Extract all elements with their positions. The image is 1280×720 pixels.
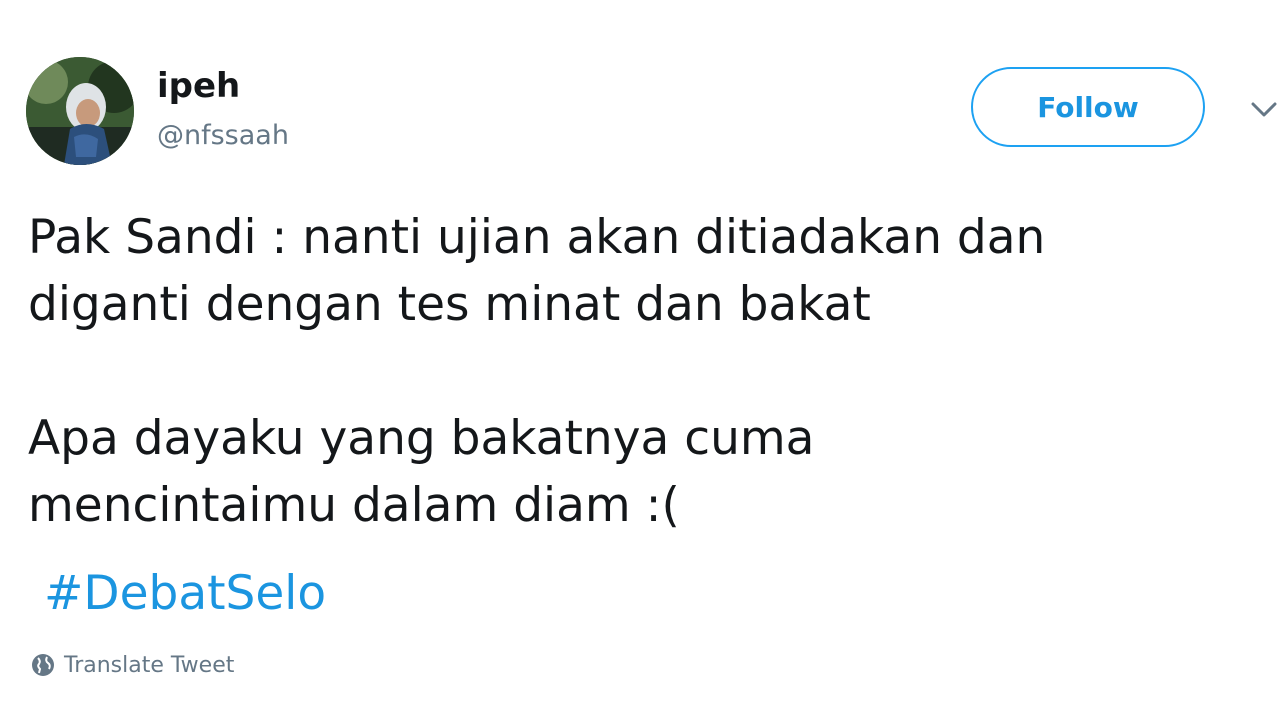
follow-button[interactable]: Follow [971, 67, 1205, 147]
tweet-paragraph: Apa dayaku yang bakatnya cuma mencintaim… [28, 411, 815, 533]
display-name[interactable]: ipeh [157, 66, 240, 106]
tweet-card: ipeh @nfssaah Follow Pak Sandi : nanti u… [0, 0, 1280, 720]
tweet-text: Pak Sandi : nanti ujian akan ditiadakan … [28, 204, 1248, 539]
chevron-down-icon[interactable] [1250, 98, 1278, 122]
user-handle[interactable]: @nfssaah [157, 118, 289, 154]
translate-label: Translate Tweet [64, 652, 235, 678]
tweet-paragraph: Pak Sandi : nanti ujian akan ditiadakan … [28, 210, 1046, 332]
avatar-image [26, 57, 134, 165]
translate-tweet-link[interactable]: Translate Tweet [30, 652, 234, 678]
avatar[interactable] [26, 57, 134, 165]
hashtag-link[interactable]: #DebatSelo [44, 560, 326, 627]
globe-icon [30, 652, 56, 678]
